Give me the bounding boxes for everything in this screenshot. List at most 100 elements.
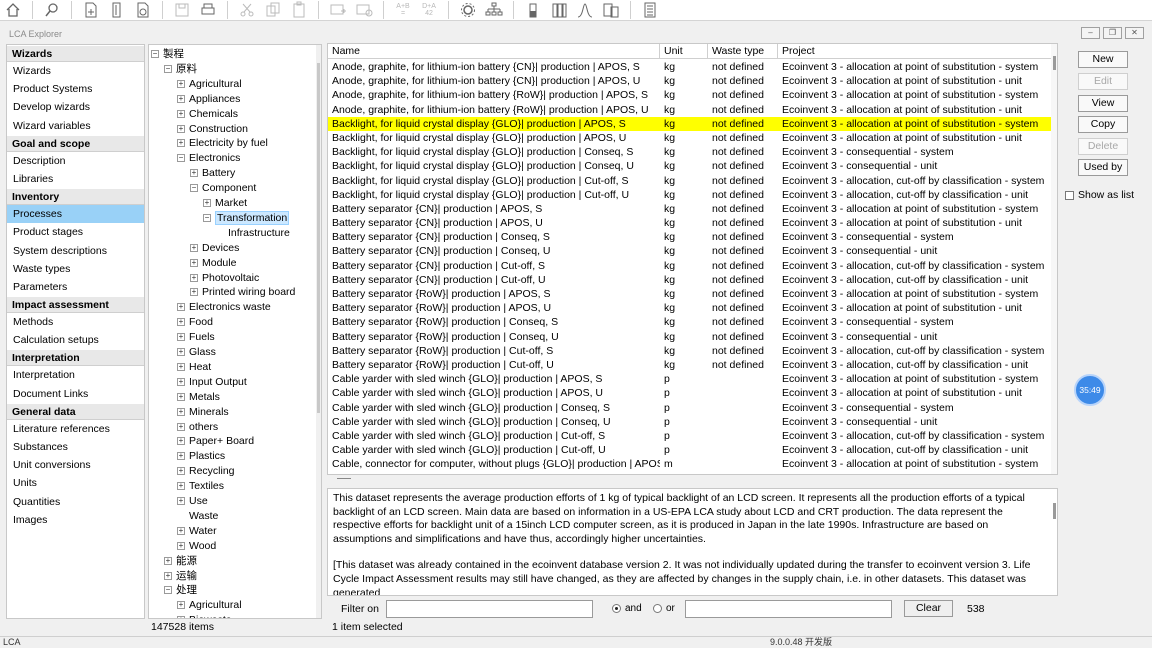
- table-row[interactable]: Backlight, for liquid crystal display {G…: [328, 131, 1053, 145]
- expand-icon[interactable]: +: [177, 109, 185, 118]
- open-icon[interactable]: [104, 0, 130, 20]
- sidebar-item-processes[interactable]: Processes: [7, 205, 144, 224]
- tree-node[interactable]: + Printed wiring board: [190, 285, 295, 299]
- expand-icon[interactable]: +: [177, 348, 185, 356]
- copy-icon[interactable]: [260, 0, 286, 20]
- tree-node[interactable]: + Module: [190, 256, 236, 270]
- tree-node[interactable]: − Component: [190, 181, 256, 195]
- sidebar-item-quantities[interactable]: Quantities: [7, 493, 144, 511]
- tree-node[interactable]: + Food: [177, 315, 213, 329]
- table-row[interactable]: Cable yarder with sled winch {GLO}| prod…: [328, 443, 1053, 457]
- table-row[interactable]: Anode, graphite, for lithium-ion battery…: [328, 74, 1053, 88]
- home-icon[interactable]: [0, 0, 26, 20]
- bar-chart-icon[interactable]: [546, 0, 572, 20]
- sidebar-item-wizard-variables[interactable]: Wizard variables: [7, 117, 144, 135]
- new-button[interactable]: New: [1078, 51, 1128, 68]
- tree-node[interactable]: + Recycling: [177, 464, 235, 478]
- tree-node[interactable]: + Fuels: [177, 330, 215, 344]
- tree-node[interactable]: + Plastics: [177, 449, 225, 463]
- sidebar-item-interpretation[interactable]: Interpretation: [7, 366, 144, 384]
- column-header-project[interactable]: Project: [778, 44, 1053, 59]
- expand-icon[interactable]: +: [177, 362, 185, 371]
- table-row[interactable]: Backlight, for liquid crystal display {G…: [328, 116, 1053, 131]
- table-row[interactable]: Backlight, for liquid crystal display {G…: [328, 145, 1053, 159]
- tree-node[interactable]: + Paper+ Board: [177, 434, 254, 448]
- tree-node[interactable]: − 原料: [164, 62, 197, 76]
- column-header-unit[interactable]: Unit: [660, 44, 708, 59]
- tree-node[interactable]: + Heat: [177, 360, 211, 374]
- curve-icon[interactable]: [572, 0, 598, 20]
- used-by-button[interactable]: Used by: [1078, 159, 1128, 176]
- tree-node[interactable]: − Electronics: [177, 151, 240, 165]
- sidebar-item-substances[interactable]: Substances: [7, 438, 144, 456]
- print-icon[interactable]: [195, 0, 221, 20]
- table-row[interactable]: Cable yarder with sled winch {GLO}| prod…: [328, 372, 1053, 386]
- tree-node[interactable]: + Battery: [190, 166, 235, 180]
- tree-node[interactable]: + Appliances: [177, 92, 240, 106]
- expand-icon[interactable]: +: [177, 541, 185, 550]
- expand-icon[interactable]: +: [177, 422, 185, 431]
- tree-node[interactable]: + Chemicals: [177, 107, 238, 121]
- sidebar-group-goal-and-scope[interactable]: Goal and scope: [7, 134, 144, 152]
- tree-node[interactable]: + Glass: [177, 345, 216, 359]
- tree-node[interactable]: + Metals: [177, 390, 220, 404]
- timer-badge[interactable]: 35:49: [1074, 374, 1106, 406]
- compare-icon[interactable]: [598, 0, 624, 20]
- show-as-list-checkbox[interactable]: [1065, 190, 1074, 200]
- table-row[interactable]: Battery separator {CN}| production | Cut…: [328, 259, 1053, 273]
- tree-node[interactable]: Waste: [177, 509, 218, 523]
- table-row[interactable]: Battery separator {CN}| production | Con…: [328, 230, 1053, 244]
- tree-node[interactable]: + Biowaste: [177, 613, 232, 618]
- chart-icon[interactable]: [520, 0, 546, 20]
- column-header-name[interactable]: Name: [328, 44, 660, 59]
- tree-node[interactable]: + Minerals: [177, 405, 229, 419]
- collapse-icon[interactable]: −: [164, 586, 172, 595]
- sidebar-item-system-descriptions[interactable]: System descriptions: [7, 242, 144, 260]
- tree-scrollbar[interactable]: [316, 45, 321, 618]
- collapse-icon[interactable]: −: [164, 64, 172, 73]
- tree-node[interactable]: + Electricity by fuel: [177, 136, 268, 150]
- collapse-icon[interactable]: −: [177, 154, 185, 163]
- table-row[interactable]: Battery separator {CN}| production | APO…: [328, 202, 1053, 216]
- table-row[interactable]: Cable yarder with sled winch {GLO}| prod…: [328, 415, 1053, 429]
- expand-icon[interactable]: +: [177, 79, 185, 88]
- expand-icon[interactable]: +: [203, 199, 211, 207]
- expand-icon[interactable]: +: [190, 288, 198, 297]
- sidebar-item-wizards[interactable]: Wizards: [7, 62, 144, 80]
- radio-or-dot[interactable]: [653, 604, 662, 613]
- table-row[interactable]: Cable yarder with sled winch {GLO}| prod…: [328, 386, 1053, 400]
- radio-and-dot[interactable]: [612, 604, 621, 613]
- sidebar-group-interpretation[interactable]: Interpretation: [7, 349, 144, 367]
- minimize-button[interactable]: –: [1081, 27, 1100, 39]
- table-row[interactable]: Backlight, for liquid crystal display {G…: [328, 159, 1053, 173]
- tree-node[interactable]: + Electronics waste: [177, 300, 271, 314]
- tree-node[interactable]: + Textiles: [177, 479, 224, 493]
- sidebar-item-waste-types[interactable]: Waste types: [7, 260, 144, 278]
- expand-icon[interactable]: +: [190, 258, 198, 267]
- table-row[interactable]: Anode, graphite, for lithium-ion battery…: [328, 103, 1053, 117]
- sidebar-item-literature-references[interactable]: Literature references: [7, 420, 144, 438]
- table-row[interactable]: Battery separator {RoW}| production | Cu…: [328, 358, 1053, 372]
- tree-node[interactable]: + 能源: [164, 554, 197, 568]
- new-doc-icon[interactable]: [78, 0, 104, 20]
- tree-node[interactable]: − 製程: [151, 47, 184, 61]
- sidebar-item-units[interactable]: Units: [7, 474, 144, 492]
- tree-node[interactable]: + Construction: [177, 122, 248, 136]
- expand-icon[interactable]: +: [177, 139, 185, 148]
- table-row[interactable]: Battery separator {CN}| production | Con…: [328, 244, 1053, 258]
- table-row[interactable]: Backlight, for liquid crystal display {G…: [328, 174, 1053, 188]
- column-header-waste-type[interactable]: Waste type: [708, 44, 778, 59]
- tree-node[interactable]: + Photovoltaic: [190, 271, 259, 285]
- close-doc-icon[interactable]: [130, 0, 156, 20]
- table-scrollbar[interactable]: [1051, 44, 1057, 474]
- save-icon[interactable]: [169, 0, 195, 20]
- search-icon[interactable]: [39, 0, 65, 20]
- expand-icon[interactable]: +: [190, 169, 198, 178]
- expand-icon[interactable]: +: [177, 526, 185, 535]
- expand-icon[interactable]: +: [177, 452, 185, 461]
- tree-node[interactable]: Infrastructure: [216, 226, 290, 240]
- expand-icon[interactable]: +: [177, 616, 185, 618]
- sidebar-group-general-data[interactable]: General data: [7, 402, 144, 420]
- copy-button[interactable]: Copy: [1078, 116, 1128, 133]
- settings-icon[interactable]: [455, 0, 481, 20]
